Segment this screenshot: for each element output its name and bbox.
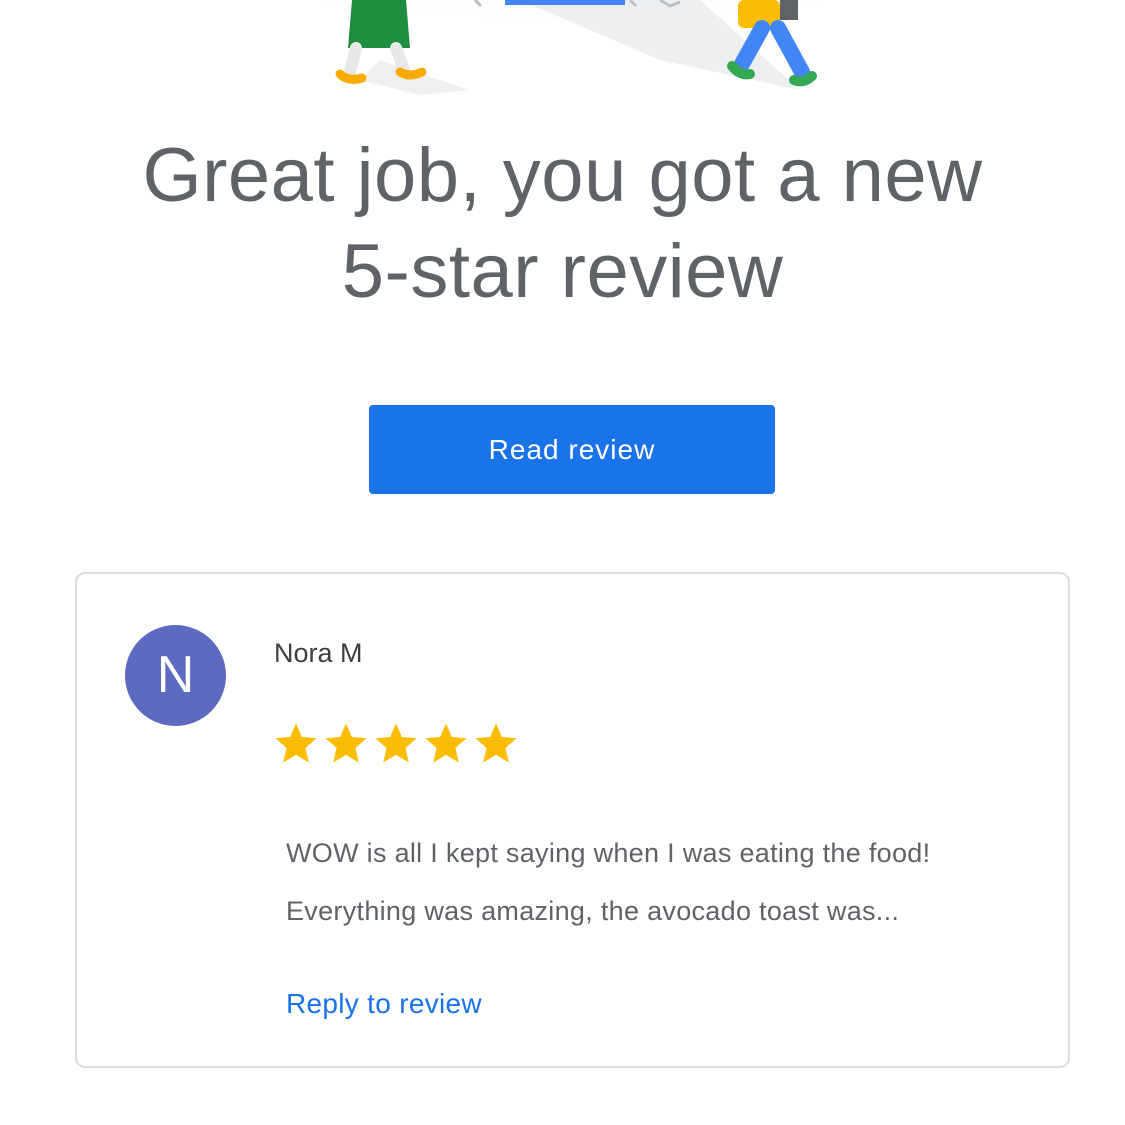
star-icon bbox=[325, 723, 367, 763]
star-icon bbox=[425, 723, 467, 763]
reply-to-review-link[interactable]: Reply to review bbox=[286, 988, 482, 1020]
hero-illustration bbox=[0, 0, 1125, 125]
review-text: WOW is all I kept saying when I was eati… bbox=[286, 824, 1046, 940]
reviewer-name: Nora M bbox=[274, 638, 363, 668]
reviewer-avatar: N bbox=[125, 625, 226, 726]
star-icon bbox=[475, 723, 517, 763]
headline-line-2: 5-star review bbox=[341, 229, 784, 314]
email-page: Great job, you got a new 5-star review R… bbox=[0, 0, 1125, 1125]
star-icon bbox=[375, 723, 417, 763]
review-text-line-2: Everything was amazing, the avocado toas… bbox=[286, 896, 900, 926]
star-icon bbox=[275, 723, 317, 763]
read-review-button[interactable]: Read review bbox=[369, 405, 775, 494]
review-text-line-1: WOW is all I kept saying when I was eati… bbox=[286, 838, 931, 868]
headline: Great job, you got a new 5-star review bbox=[60, 128, 1065, 320]
headline-line-1: Great job, you got a new bbox=[142, 133, 983, 218]
review-card: N Nora M WOW is all I kept saying when I… bbox=[75, 572, 1070, 1068]
star-rating bbox=[273, 720, 523, 766]
